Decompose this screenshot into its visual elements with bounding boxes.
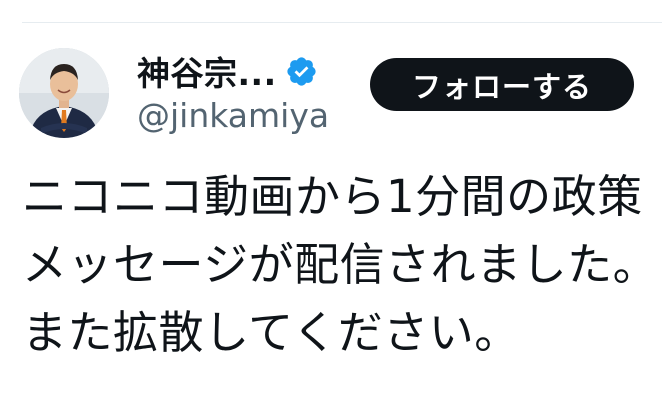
divider bbox=[22, 22, 662, 23]
follow-button[interactable]: フォローする bbox=[370, 58, 634, 111]
tweet-text-line: また拡散してください。 bbox=[22, 306, 520, 359]
avatar-image bbox=[19, 48, 109, 138]
display-name[interactable]: 神谷宗... bbox=[137, 47, 277, 95]
tweet-text: ニコニコ動画から1分間の政策 メッセージが配信されました。 また拡散してください… bbox=[22, 163, 662, 367]
tweet-card: 神谷宗... @jinkamiya フォローする ニコニコ動画から1分間の政策 … bbox=[0, 0, 662, 401]
avatar[interactable] bbox=[19, 48, 109, 138]
author-name-row: 神谷宗... bbox=[137, 49, 318, 93]
verified-badge-icon bbox=[285, 55, 318, 88]
tweet-text-line: メッセージが配信されました。 bbox=[22, 238, 659, 291]
tweet-text-line: ニコニコ動画から1分間の政策 bbox=[22, 170, 643, 223]
author-handle[interactable]: @jinkamiya bbox=[137, 96, 329, 135]
